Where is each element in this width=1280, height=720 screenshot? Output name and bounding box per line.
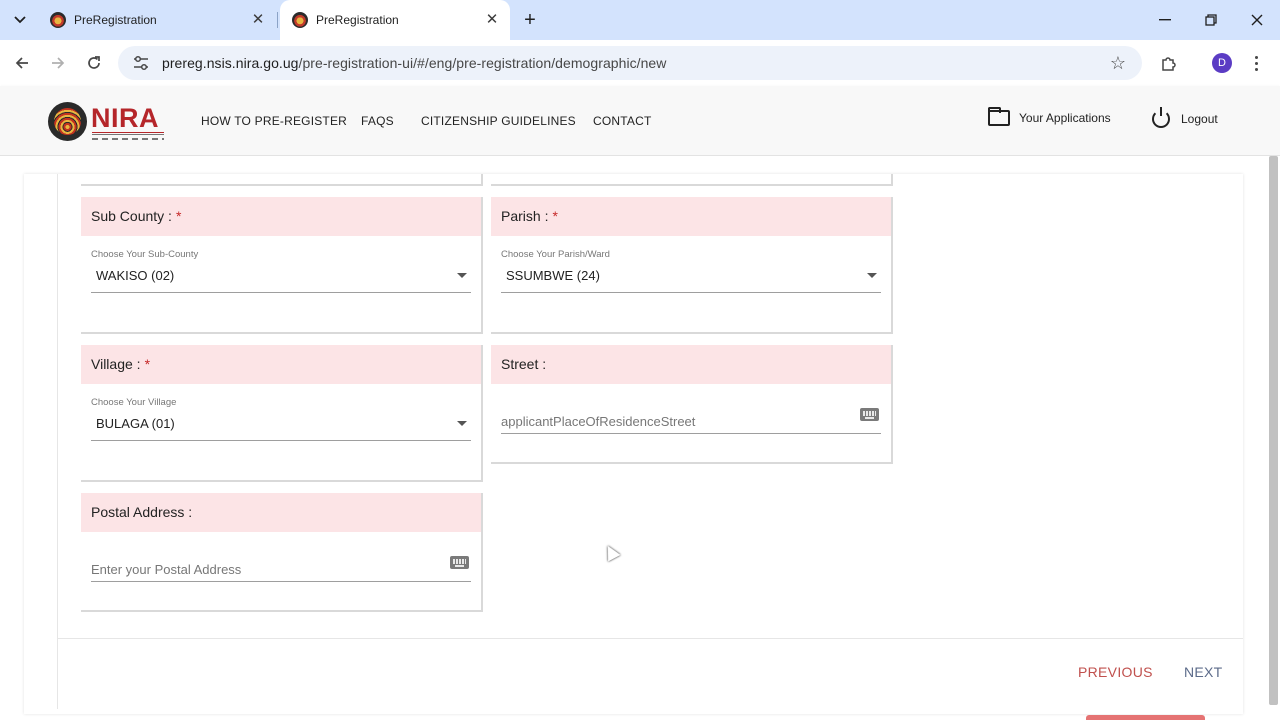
restore-icon[interactable] — [1188, 0, 1234, 40]
parish-header: Parish : * — [491, 197, 891, 236]
nav-contact[interactable]: CONTACT — [593, 114, 652, 128]
reload-icon[interactable] — [80, 49, 108, 77]
previous-field-box-edge — [81, 174, 483, 186]
browser-tab-1[interactable]: PreRegistration ✕ — [38, 0, 276, 40]
sub-county-field: Sub County : * Choose Your Sub-County WAK… — [81, 197, 483, 334]
postal-address-header: Postal Address : — [81, 493, 481, 532]
street-input-underline — [501, 433, 881, 434]
keyboard-icon[interactable] — [860, 408, 879, 421]
browser-tab-title: PreRegistration — [74, 13, 157, 27]
profile-avatar[interactable]: D — [1212, 53, 1232, 73]
sub-county-header: Sub County : * — [81, 197, 481, 236]
logo-tagline-graphic — [92, 138, 164, 140]
browser-tab-title: PreRegistration — [316, 13, 399, 27]
nav-citizenship-guidelines[interactable]: CITIZENSHIP GUIDELINES — [421, 114, 576, 128]
village-select-value[interactable]: BULAGA (01) — [96, 416, 175, 431]
street-field: Street : applicantPlaceOfResidenceStreet — [491, 345, 893, 464]
your-applications-label: Your Applications — [1019, 111, 1111, 125]
minimize-icon[interactable] — [1142, 0, 1188, 40]
folder-icon — [988, 107, 1010, 126]
url-text[interactable]: prereg.nsis.nira.go.ug/pre-registration-… — [162, 55, 666, 71]
previous-field-box-edge — [491, 174, 893, 186]
sub-county-label: Sub County : — [91, 208, 172, 224]
nira-fingerprint-logo-icon — [48, 102, 87, 141]
required-asterisk: * — [144, 356, 151, 372]
sub-county-field-label: Choose Your Sub-County — [91, 249, 199, 260]
village-field: Village : * Choose Your Village BULAGA (0… — [81, 345, 483, 482]
site-header: NIRA HOW TO PRE-REGISTER FAQS CITIZENSHI… — [0, 86, 1280, 156]
bookmark-star-icon[interactable]: ☆ — [1108, 53, 1128, 73]
next-button[interactable]: NEXT — [1184, 664, 1223, 680]
form-footer-divider — [57, 638, 1243, 639]
browser-tab-2-active[interactable]: PreRegistration ✕ — [280, 0, 510, 40]
parish-select-value[interactable]: SSUMBWE (24) — [506, 268, 600, 283]
village-field-label: Choose Your Village — [91, 397, 177, 408]
nira-favicon-icon — [292, 12, 308, 28]
close-tab-icon[interactable]: ✕ — [484, 12, 500, 28]
nav-faqs[interactable]: FAQS — [361, 114, 394, 128]
logo-text: NIRA — [91, 103, 159, 133]
postal-address-label: Postal Address : — [91, 504, 193, 520]
your-applications-link[interactable]: Your Applications — [988, 107, 1111, 126]
browser-tabstrip: PreRegistration ✕ PreRegistration ✕ + — [0, 0, 1280, 40]
page-scrollbar[interactable] — [1269, 156, 1278, 705]
parish-field-label: Choose Your Parish/Ward — [501, 249, 610, 260]
parish-select-underline — [501, 292, 881, 293]
extensions-puzzle-icon[interactable] — [1158, 49, 1180, 77]
street-label: Street : — [501, 356, 547, 372]
tab-search-chevron-icon[interactable] — [6, 6, 34, 34]
village-select-underline — [91, 440, 471, 441]
url-host: prereg.nsis.nira.go.ug — [162, 55, 299, 71]
logout-label: Logout — [1181, 112, 1218, 126]
previous-button[interactable]: PREVIOUS — [1078, 664, 1153, 680]
close-window-icon[interactable] — [1234, 0, 1280, 40]
nav-how-to-pre-register[interactable]: HOW TO PRE-REGISTER — [201, 114, 347, 128]
logo-tagline-graphic — [92, 132, 164, 135]
dropdown-caret-icon[interactable] — [457, 273, 467, 278]
address-bar[interactable]: prereg.nsis.nira.go.ug/pre-registration-… — [118, 46, 1142, 80]
nira-logo[interactable]: NIRA — [48, 102, 164, 142]
browser-toolbar: prereg.nsis.nira.go.ug/pre-registration-… — [0, 40, 1280, 86]
required-asterisk: * — [552, 208, 558, 224]
nira-favicon-icon — [50, 12, 66, 28]
tab-divider — [277, 12, 278, 28]
card-inner-border — [57, 174, 58, 709]
parish-field: Parish : * Choose Your Parish/Ward SSUMBW… — [491, 197, 893, 334]
sub-county-select-value[interactable]: WAKISO (02) — [96, 268, 174, 283]
dropdown-caret-icon[interactable] — [457, 421, 467, 426]
back-arrow-icon[interactable] — [8, 49, 36, 77]
street-header: Street : — [491, 345, 891, 384]
browser-menu-icon[interactable] — [1246, 52, 1266, 74]
village-label: Village : — [91, 356, 141, 372]
village-header: Village : * — [81, 345, 481, 384]
postal-address-input-underline — [91, 581, 471, 582]
forward-arrow-icon[interactable] — [44, 49, 72, 77]
street-input[interactable]: applicantPlaceOfResidenceStreet — [501, 414, 695, 429]
url-path: /pre-registration-ui/#/eng/pre-registrat… — [298, 55, 667, 71]
postal-address-field: Postal Address : Enter your Postal Addre… — [81, 493, 483, 612]
partial-button-edge — [1086, 715, 1205, 720]
required-asterisk: * — [175, 208, 182, 224]
main-content: Sub County : * Choose Your Sub-County WAK… — [0, 156, 1280, 720]
postal-address-input[interactable]: Enter your Postal Address — [91, 562, 241, 577]
logout-link[interactable]: Logout — [1152, 107, 1218, 128]
site-settings-tune-icon[interactable] — [132, 54, 150, 72]
dropdown-caret-icon[interactable] — [867, 273, 877, 278]
parish-label: Parish : — [501, 208, 549, 224]
close-tab-icon[interactable]: ✕ — [250, 12, 266, 28]
sub-county-select-underline — [91, 292, 471, 293]
new-tab-plus-icon[interactable]: + — [518, 8, 542, 32]
keyboard-icon[interactable] — [450, 556, 469, 569]
power-icon — [1152, 107, 1170, 128]
